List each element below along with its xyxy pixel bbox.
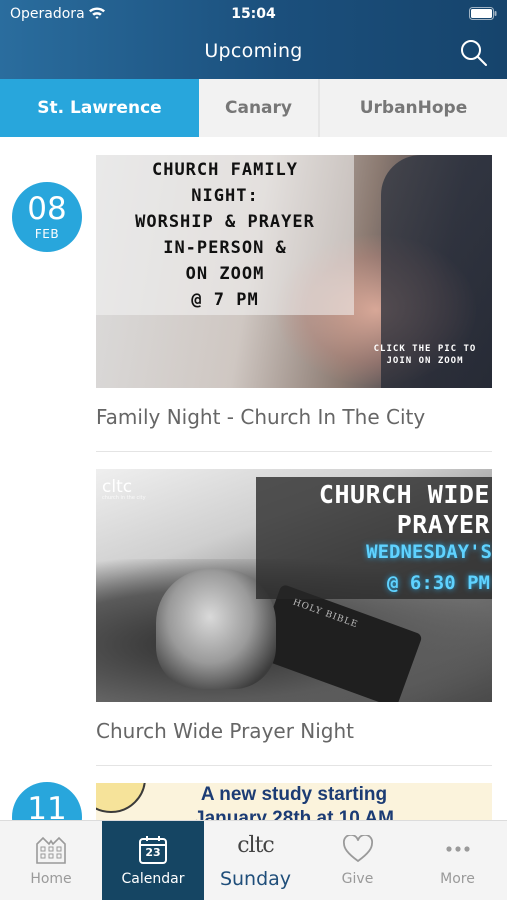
battery-icon — [469, 7, 497, 20]
tabbar-label: Sunday — [219, 868, 292, 890]
calendar-icon: 23 — [138, 835, 168, 865]
campus-tabs: St. Lawrence Canary UrbanHope — [0, 79, 507, 137]
tabbar-more[interactable]: More — [408, 821, 507, 900]
date-month: FEB — [34, 227, 60, 241]
tab-urbanhope[interactable]: UrbanHope — [320, 79, 507, 137]
image-time: @ 6:30 PM — [387, 572, 490, 594]
tabbar-label: Calendar — [121, 871, 185, 887]
event-image[interactable]: HOLY BIBLE cltc church in the city CHURC… — [96, 469, 492, 702]
image-headline: A new study starting January 28th at 10 … — [194, 784, 394, 820]
event-image[interactable]: CHURCH FAMILY NIGHT: WORSHIP & PRAYER IN… — [96, 155, 492, 388]
date-badge: 08 FEB — [12, 182, 82, 252]
event-title: Church Wide Prayer Night — [96, 702, 492, 766]
status-bar: Operadora 15:04 — [0, 0, 507, 28]
app-header: Operadora 15:04 Upcoming — [0, 0, 507, 79]
date-day: 08 — [27, 191, 67, 227]
event-card[interactable]: CHURCH FAMILY NIGHT: WORSHIP & PRAYER IN… — [96, 155, 492, 452]
tabbar-label: Home — [30, 871, 72, 887]
page-title: Upcoming — [204, 40, 303, 62]
bottom-tab-bar: Home 23 Calendar cltc Sunday Give More — [0, 820, 507, 900]
home-icon — [36, 836, 66, 864]
event-image[interactable]: A new study starting January 28th at 10 … — [96, 783, 492, 820]
date-day: 11 — [27, 791, 67, 821]
heart-icon — [342, 835, 373, 863]
tabbar-give[interactable]: Give — [307, 821, 408, 900]
search-icon[interactable] — [459, 38, 489, 68]
date-badge: 11 — [12, 782, 82, 820]
more-icon — [445, 846, 470, 852]
event-title: Family Night - Church In The City — [96, 388, 492, 452]
event-feed[interactable]: 08 FEB CHURCH FAMILY NIGHT: WORSHIP & PR… — [0, 137, 507, 820]
image-day: WEDNESDAY'S — [366, 541, 492, 563]
calendar-icon-day: 23 — [145, 846, 161, 859]
status-time: 15:04 — [231, 6, 276, 22]
church-logo: cltc church in the city — [102, 479, 146, 502]
church-logo-icon: cltc — [237, 833, 275, 858]
logo-subtext: church in the city — [102, 495, 146, 501]
logo-text: cltc — [102, 477, 133, 497]
tabbar-sunday[interactable]: cltc Sunday — [204, 821, 307, 900]
tabbar-calendar[interactable]: 23 Calendar — [102, 821, 204, 900]
event-card[interactable]: A new study starting January 28th at 10 … — [96, 783, 492, 820]
image-headline: CHURCH WIDE PRAYER — [318, 480, 490, 539]
tab-canary[interactable]: Canary — [199, 79, 320, 137]
tabbar-label: Give — [341, 871, 374, 887]
tabbar-label: More — [440, 871, 475, 887]
tabbar-home[interactable]: Home — [0, 821, 102, 900]
image-zoom-note: CLICK THE PIC TO JOIN ON ZOOM — [373, 344, 477, 366]
image-headline: CHURCH FAMILY NIGHT: WORSHIP & PRAYER IN… — [135, 160, 315, 310]
event-card[interactable]: HOLY BIBLE cltc church in the city CHURC… — [96, 469, 492, 766]
tab-st-lawrence[interactable]: St. Lawrence — [0, 79, 199, 137]
